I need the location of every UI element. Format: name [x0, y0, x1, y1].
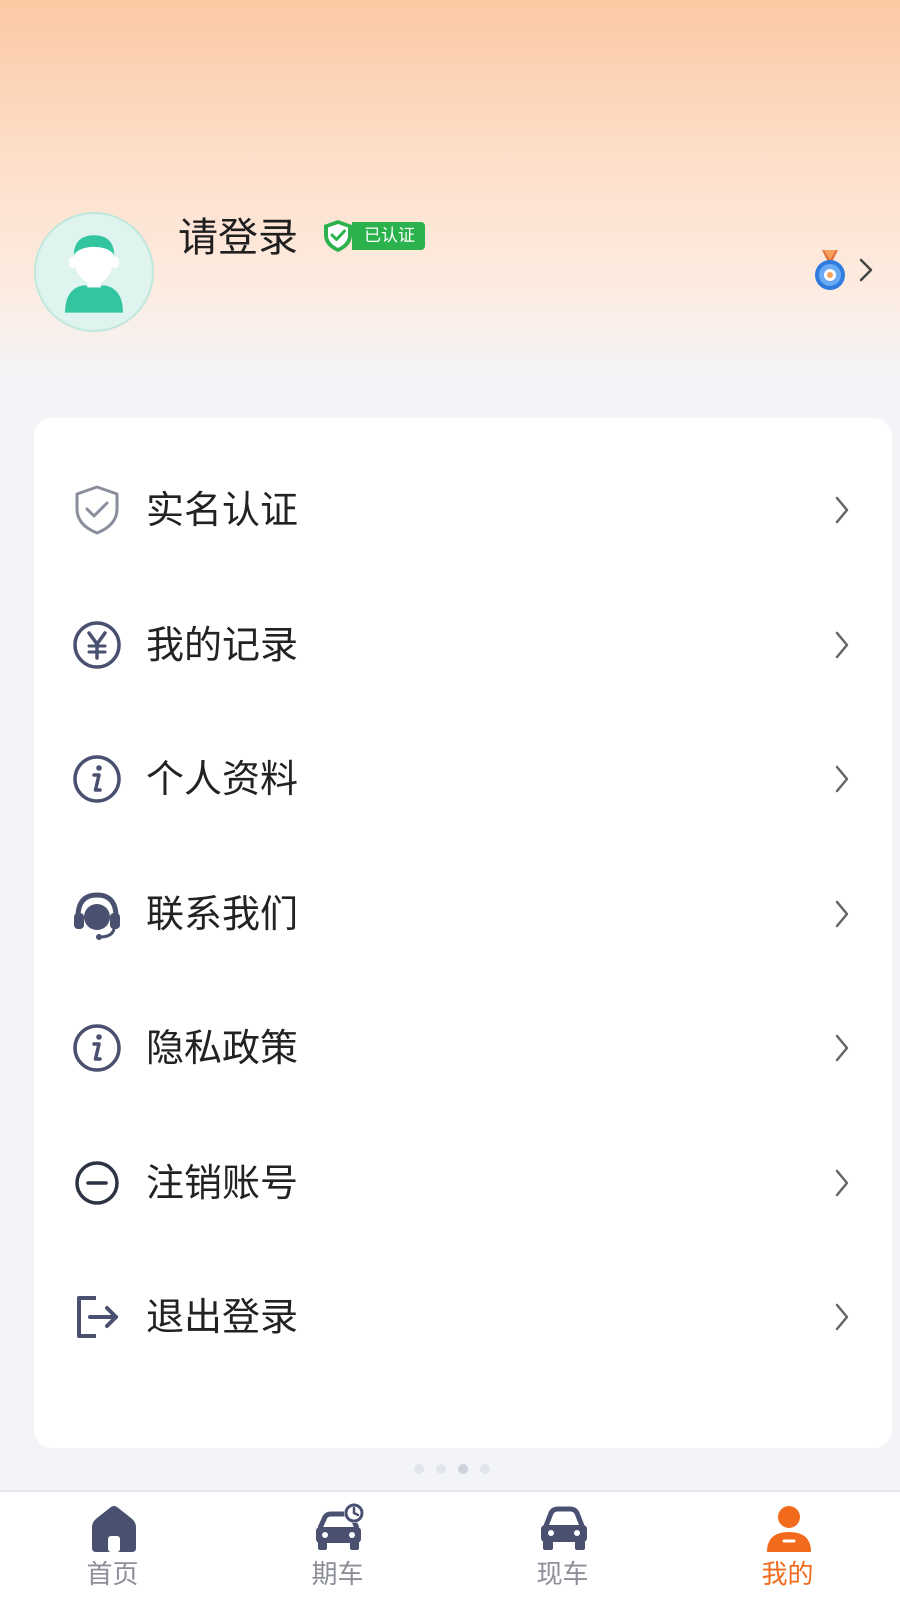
chevron-right-icon: [835, 631, 849, 659]
tab-label: 我的: [761, 1560, 814, 1590]
page-indicator: [392, 1462, 512, 1476]
chevron-right-icon: [835, 1169, 849, 1197]
page-dot: [480, 1464, 490, 1474]
tab-pre-order-cars[interactable]: 期车: [225, 1492, 450, 1600]
menu-item-privacy-policy[interactable]: 隐私政策: [34, 979, 892, 1117]
menu-item-personal-profile[interactable]: 个人资料: [34, 710, 892, 848]
login-prompt[interactable]: 请登录: [178, 212, 298, 264]
car-clock-icon: [316, 1503, 364, 1550]
menu-item-real-name-auth[interactable]: 实名认证: [34, 441, 892, 579]
user-avatar-icon[interactable]: [34, 212, 154, 332]
profile-header: 请登录 已认证: [0, 0, 900, 380]
medal-icon: [815, 250, 845, 290]
chevron-right-icon: [835, 765, 849, 793]
shield-check-icon: [70, 483, 124, 537]
tab-in-stock-cars[interactable]: 现车: [450, 1492, 675, 1600]
chevron-right-icon: [835, 1303, 849, 1331]
menu-item-label: 个人资料: [146, 757, 299, 801]
tab-label: 首页: [86, 1560, 139, 1590]
menu-item-delete-account[interactable]: 注销账号: [34, 1114, 892, 1252]
verified-shield-icon: [324, 220, 352, 252]
page-dot: [436, 1464, 446, 1474]
menu-item-label: 注销账号: [146, 1161, 299, 1205]
info-circle-icon: [70, 752, 124, 806]
medal-button[interactable]: [810, 248, 890, 292]
tab-label: 期车: [311, 1560, 364, 1590]
tab-label: 现车: [536, 1560, 589, 1590]
tab-home[interactable]: 首页: [0, 1492, 225, 1600]
menu-card: 实名认证 我的记录 个人资料 联系我们 隐私政策 注销账号 退出登录: [34, 418, 892, 1448]
logout-icon: [70, 1290, 124, 1344]
menu-item-my-records[interactable]: 我的记录: [34, 576, 892, 714]
bottom-tab-bar: 首页 期车 现车 我的: [0, 1490, 900, 1600]
menu-item-label: 退出登录: [146, 1295, 299, 1339]
yuan-circle-icon: [70, 618, 124, 672]
menu-item-logout[interactable]: 退出登录: [34, 1248, 892, 1386]
menu-item-label: 我的记录: [146, 623, 299, 667]
chevron-right-icon: [835, 1034, 849, 1062]
menu-item-contact-us[interactable]: 联系我们: [34, 845, 892, 983]
chevron-right-icon: [835, 496, 849, 524]
car-icon: [541, 1506, 587, 1550]
menu-item-label: 隐私政策: [146, 1026, 299, 1070]
verified-badge: 已认证: [320, 218, 425, 254]
person-icon: [767, 1506, 811, 1552]
headset-icon: [70, 887, 124, 941]
chevron-right-icon: [835, 900, 849, 928]
minus-circle-icon: [70, 1156, 124, 1210]
menu-item-label: 实名认证: [146, 488, 299, 532]
home-icon: [92, 1506, 136, 1552]
page-dot-active: [458, 1464, 468, 1474]
info-circle-icon: [70, 1021, 124, 1075]
menu-item-label: 联系我们: [146, 892, 299, 936]
tab-mine[interactable]: 我的: [675, 1492, 900, 1600]
chevron-right-icon: [859, 258, 873, 282]
page-dot: [414, 1464, 424, 1474]
verified-badge-label: 已认证: [352, 222, 425, 250]
